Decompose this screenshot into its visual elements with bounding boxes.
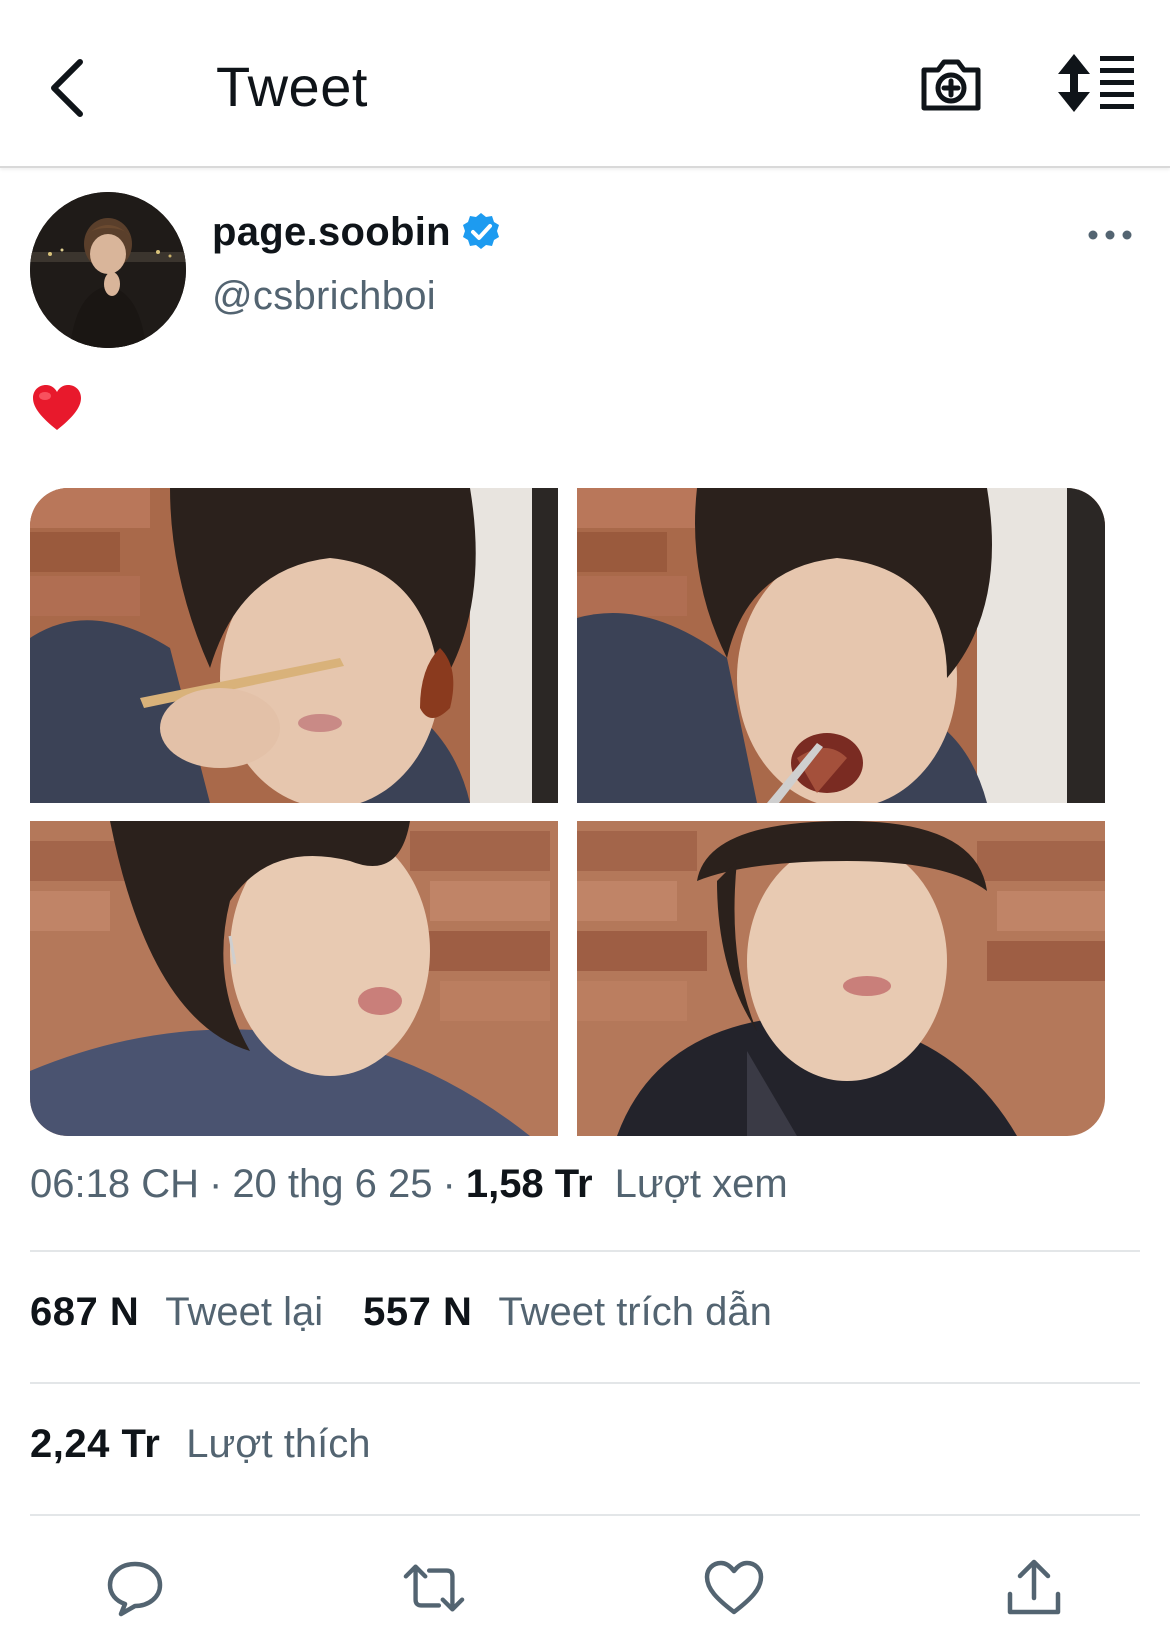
media-grid	[30, 488, 1105, 1136]
sort-lines-icon	[1058, 54, 1134, 112]
photo-1	[30, 488, 558, 803]
meta-separator: ·	[442, 1162, 456, 1206]
meta-separator: ·	[208, 1162, 223, 1206]
quotes-count[interactable]: 557 N	[363, 1290, 472, 1335]
top-bar: Tweet	[0, 0, 1170, 168]
like-button[interactable]	[702, 1556, 766, 1620]
views-count[interactable]: 1,58 Tr	[466, 1162, 593, 1207]
media-image-1[interactable]	[30, 488, 558, 803]
likes-label[interactable]: Lượt thích	[186, 1422, 370, 1467]
quotes-label[interactable]: Tweet trích dẫn	[498, 1290, 771, 1335]
display-name[interactable]: page.soobin	[212, 210, 451, 255]
retweet-icon	[403, 1564, 465, 1612]
views-label[interactable]: Lượt xem	[615, 1162, 788, 1207]
photo-2	[577, 488, 1105, 803]
chevron-left-icon	[51, 59, 83, 117]
author-name-row: page.soobin	[212, 208, 501, 256]
heart-icon	[704, 1560, 764, 1615]
tweet-time[interactable]: 06:18 CH	[30, 1162, 199, 1207]
more-options-button[interactable]	[1085, 222, 1135, 248]
likes-stats-row: 2,24 Tr Lượt thích	[30, 1422, 410, 1482]
avatar-image	[30, 192, 186, 348]
media-image-4[interactable]	[577, 821, 1105, 1136]
divider	[30, 1514, 1140, 1516]
retweet-button[interactable]	[402, 1556, 466, 1620]
author-handle[interactable]: @csbrichboi	[212, 274, 436, 319]
back-button[interactable]	[40, 48, 96, 128]
photo-3	[30, 821, 558, 1136]
tweet-text: ❤️	[32, 384, 82, 445]
divider	[30, 1382, 1140, 1384]
media-image-2[interactable]	[577, 488, 1105, 803]
retweet-stats-row: 687 N Tweet lại 557 N Tweet trích dẫn	[30, 1290, 812, 1350]
divider	[30, 1250, 1140, 1252]
retweets-label[interactable]: Tweet lại	[165, 1290, 323, 1335]
photo-4	[577, 821, 1105, 1136]
tweet-meta: 06:18 CH · 20 thg 6 25 · 1,58 Tr Lượt xe…	[30, 1162, 788, 1222]
verified-badge-icon	[462, 213, 499, 249]
camera-plus-icon	[921, 59, 981, 111]
camera-button[interactable]	[918, 50, 984, 116]
media-image-3[interactable]	[30, 821, 558, 1136]
likes-count[interactable]: 2,24 Tr	[30, 1422, 160, 1467]
tweet-date[interactable]: 20 thg 6 25	[232, 1162, 432, 1207]
reply-bubble-icon	[107, 1561, 163, 1617]
sort-button[interactable]	[1058, 52, 1136, 114]
page-title: Tweet	[216, 55, 368, 118]
reply-button[interactable]	[103, 1556, 167, 1620]
share-upload-icon	[1007, 1559, 1061, 1615]
retweets-count[interactable]: 687 N	[30, 1290, 139, 1335]
share-button[interactable]	[1002, 1556, 1066, 1620]
ellipsis-icon	[1088, 230, 1132, 240]
avatar[interactable]	[30, 192, 186, 348]
tweet-action-bar	[0, 1548, 1170, 1628]
